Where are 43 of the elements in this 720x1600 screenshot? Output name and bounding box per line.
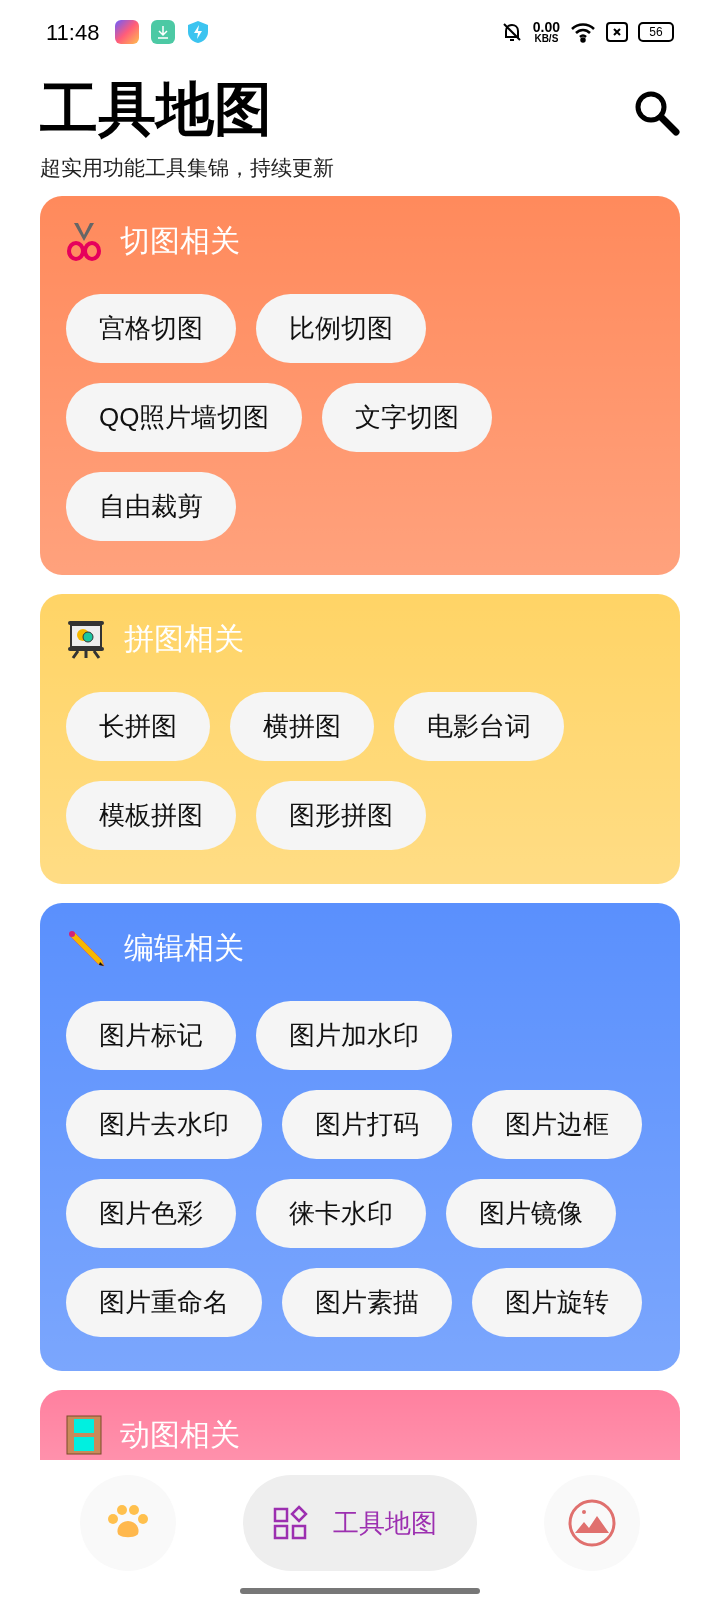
speed-value: 0.00 (532, 20, 560, 34)
category-title: 编辑相关 (124, 930, 244, 966)
tool-chip[interactable]: 比例切图 (256, 293, 426, 363)
page-title: 工具地图 (40, 75, 273, 143)
scissors-icon (66, 220, 102, 261)
tool-chip[interactable]: 图片色彩 (66, 1178, 236, 1248)
tool-chip[interactable]: 徕卡水印 (256, 1178, 426, 1248)
battery-indicator: 56 (638, 22, 674, 42)
tool-chip[interactable]: 模板拼图 (66, 780, 236, 850)
nav-tab[interactable]: 工具地图 (243, 1475, 477, 1571)
tool-chip[interactable]: 图片边框 (472, 1089, 642, 1159)
wifi-icon (570, 21, 596, 43)
tool-chip[interactable]: 图形拼图 (256, 780, 426, 850)
page-subtitle: 超实用功能工具集锦，持续更新 (40, 155, 334, 181)
easel-icon (66, 618, 106, 659)
tool-chip[interactable]: 文字切图 (322, 382, 493, 452)
category-title: 切图相关 (120, 223, 240, 259)
tool-chip[interactable]: 横拼图 (230, 691, 374, 761)
tool-chip[interactable]: 长拼图 (66, 691, 210, 761)
category-title: 拼图相关 (124, 621, 244, 657)
tool-chip[interactable]: 图片旋转 (472, 1267, 642, 1337)
tool-chip[interactable]: 图片标记 (66, 1000, 236, 1070)
status-time: 11:48 (46, 18, 100, 47)
grid-icon (273, 1505, 309, 1541)
tool-chip[interactable]: 宫格切图 (66, 293, 236, 363)
tool-chip[interactable]: 图片素描 (282, 1267, 452, 1337)
tool-chip[interactable]: 图片重命名 (66, 1267, 262, 1337)
tool-chip[interactable]: 图片加水印 (256, 1000, 452, 1070)
tool-chip[interactable]: 自由裁剪 (66, 471, 236, 541)
download-icon (151, 20, 176, 44)
no-sim-icon (606, 22, 628, 42)
bell-muted-icon (500, 21, 523, 43)
tool-chip[interactable]: 图片镜像 (446, 1178, 616, 1248)
tool-chip[interactable]: 电影台词 (394, 691, 564, 761)
shield-icon (187, 20, 210, 44)
image-icon (567, 1498, 617, 1548)
tool-chip[interactable]: QQ照片墙切图 (66, 382, 303, 452)
category-title: 动图相关 (120, 1417, 240, 1453)
film-icon (66, 1414, 102, 1455)
app-icon (115, 20, 140, 44)
tool-chip[interactable]: 图片去水印 (66, 1089, 262, 1159)
tool-chip[interactable]: 图片打码 (282, 1089, 452, 1159)
speed-unit: KB/S (534, 34, 559, 44)
